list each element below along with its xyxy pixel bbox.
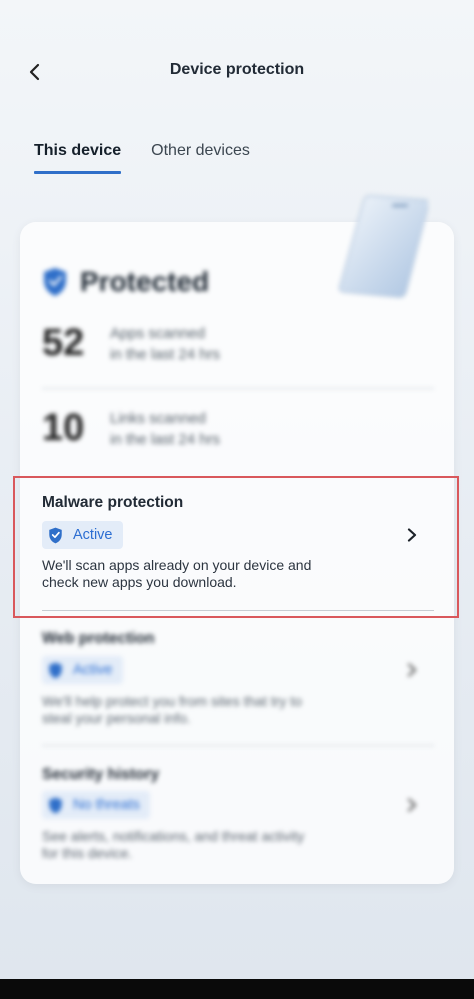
- web-protection-title: Web protection: [42, 630, 155, 647]
- description-line: See alerts, notifications, and threat ac…: [42, 828, 305, 844]
- description-line: check new apps you download.: [42, 574, 237, 590]
- history-status-badge: No threats: [42, 791, 150, 819]
- tab-bar: This device Other devices: [34, 142, 250, 174]
- security-history-description: See alerts, notifications, and threat ac…: [42, 828, 362, 862]
- stat-line: Apps scanned: [110, 324, 206, 342]
- chevron-right-icon[interactable]: [404, 797, 420, 813]
- malware-status-badge: Active: [42, 521, 123, 549]
- phone-illustration-icon: [338, 195, 428, 298]
- status-title: Protected: [80, 266, 210, 297]
- divider: [42, 610, 434, 611]
- shield-check-icon: [49, 527, 62, 543]
- apps-scanned-count: 52: [42, 322, 85, 364]
- system-bottom-bar: [0, 979, 474, 999]
- page-title: Device protection: [169, 61, 305, 78]
- apps-scanned-stat: 52 Apps scanned in the last 24 hrs: [42, 322, 220, 365]
- top-bar: Device protection: [0, 0, 474, 130]
- badge-label: Active: [73, 662, 113, 678]
- tab-other-devices[interactable]: Other devices: [151, 142, 250, 174]
- divider: [42, 388, 434, 389]
- shield-check-icon: [49, 797, 62, 813]
- shield-check-icon: [44, 268, 66, 296]
- links-scanned-label: Links scanned in the last 24 hrs: [110, 408, 220, 450]
- security-history-title: Security history: [42, 766, 160, 783]
- stat-line: Links scanned: [110, 409, 206, 427]
- divider: [42, 745, 434, 746]
- badge-label: No threats: [73, 797, 140, 813]
- apps-scanned-label: Apps scanned in the last 24 hrs: [110, 323, 220, 365]
- badge-label: Active: [73, 527, 113, 543]
- links-scanned-stat: 10 Links scanned in the last 24 hrs: [42, 407, 220, 450]
- tab-this-device[interactable]: This device: [34, 142, 122, 174]
- stat-line: in the last 24 hrs: [110, 430, 221, 448]
- description-line: We'll help protect you from sites that t…: [42, 693, 302, 709]
- chevron-right-icon[interactable]: [404, 527, 420, 543]
- shield-check-icon: [49, 662, 62, 678]
- web-protection-description: We'll help protect you from sites that t…: [42, 693, 362, 727]
- description-line: for this device.: [42, 845, 133, 861]
- protected-status: Protected: [42, 266, 209, 298]
- links-scanned-count: 10: [42, 407, 85, 449]
- description-line: We'll scan apps already on your device a…: [42, 557, 312, 573]
- stat-line: in the last 24 hrs: [110, 345, 221, 363]
- chevron-right-icon[interactable]: [404, 662, 420, 678]
- web-status-badge: Active: [42, 656, 123, 684]
- malware-protection-description: We'll scan apps already on your device a…: [42, 557, 362, 591]
- malware-protection-title: Malware protection: [42, 494, 184, 511]
- description-line: steal your personal info.: [42, 710, 191, 726]
